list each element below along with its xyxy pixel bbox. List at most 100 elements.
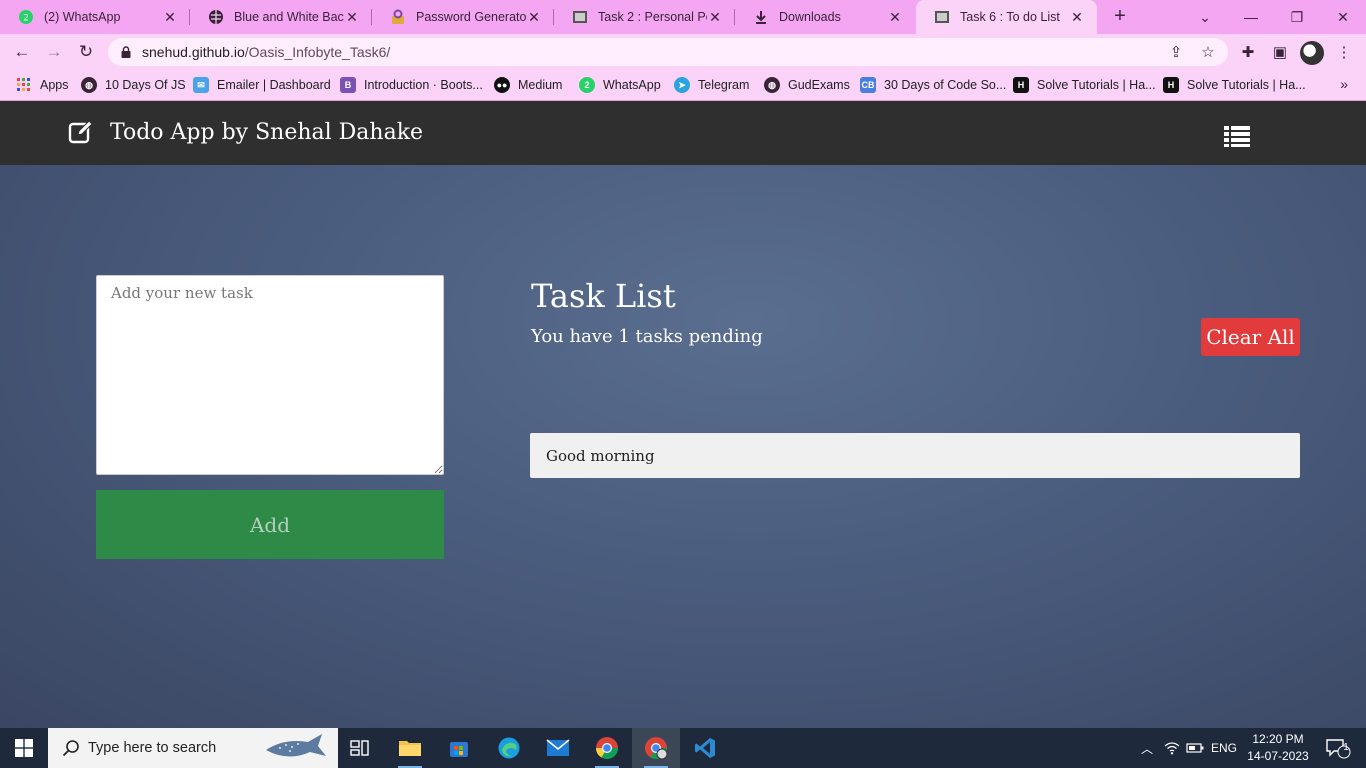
globe-icon: ◍ xyxy=(764,77,780,93)
tab-title: Blue and White Backg xyxy=(234,10,344,24)
extensions-puzzle-icon[interactable]: ✚ xyxy=(1236,40,1260,64)
mail-icon[interactable] xyxy=(534,728,582,768)
tab-title: Task 6 : To do List xyxy=(960,10,1060,24)
edit-note-icon xyxy=(68,120,93,144)
tab-todo-list[interactable]: Task 6 : To do List ✕ xyxy=(916,0,1097,34)
emailer-icon: ✉ xyxy=(193,77,209,93)
back-arrow-icon[interactable]: ← xyxy=(10,40,34,64)
url-host: snehud.github.io xyxy=(142,44,245,60)
todo-page: Todo App by Snehal Dahake Add Task List … xyxy=(0,101,1366,728)
windows-start-icon[interactable] xyxy=(0,728,48,768)
bookmark-label: Emailer | Dashboard xyxy=(217,78,331,92)
new-tab-button[interactable]: + xyxy=(1108,4,1132,28)
tab-password-generator[interactable]: Password Generator ✕ xyxy=(372,0,554,34)
bookmark-gudexams[interactable]: ◍ GudExams xyxy=(764,76,850,94)
svg-text:2: 2 xyxy=(23,14,29,24)
globe-icon xyxy=(208,9,224,25)
bookmark-emailer[interactable]: ✉ Emailer | Dashboard xyxy=(193,76,331,94)
vscode-icon[interactable] xyxy=(681,728,729,768)
search-placeholder: Type here to search xyxy=(88,740,217,756)
bookmark-solve-tutorials-1[interactable]: H Solve Tutorials | Ha... xyxy=(1013,76,1156,94)
windows-taskbar: Type here to search ︿ ENG 12:20 PM 14-07… xyxy=(0,728,1366,768)
clear-all-button[interactable]: Clear All xyxy=(1201,318,1300,356)
tab-search-chevron-icon[interactable]: ⌄ xyxy=(1182,0,1228,34)
tab-title: Downloads xyxy=(779,10,841,24)
clock-time: 12:20 PM xyxy=(1252,732,1304,746)
bookmark-whatsapp[interactable]: 2 WhatsApp xyxy=(579,76,661,94)
close-window-icon[interactable]: ✕ xyxy=(1320,0,1366,34)
app-brand[interactable]: Todo App by Snehal Dahake xyxy=(68,119,423,145)
new-task-input[interactable] xyxy=(96,275,444,475)
close-tab-icon[interactable]: ✕ xyxy=(707,9,723,26)
telegram-icon: ➤ xyxy=(674,77,690,93)
list-menu-icon[interactable] xyxy=(1224,125,1250,147)
close-tab-icon[interactable]: ✕ xyxy=(526,9,542,26)
add-task-button[interactable]: Add xyxy=(96,490,444,559)
side-panel-icon[interactable]: ▣ xyxy=(1268,40,1292,64)
bookmark-apps[interactable]: Apps xyxy=(16,76,69,94)
profile-avatar[interactable] xyxy=(1300,41,1324,65)
share-icon[interactable]: ⇪ xyxy=(1162,38,1190,66)
battery-icon[interactable] xyxy=(1184,728,1206,768)
chrome-icon[interactable] xyxy=(583,728,631,768)
image-icon xyxy=(572,9,588,25)
close-tab-icon[interactable]: ✕ xyxy=(344,9,360,26)
whatsapp-icon: 2 xyxy=(579,77,595,93)
hackerrank-icon: H xyxy=(1163,77,1179,93)
menu-kebab-icon[interactable]: ⋮ xyxy=(1332,40,1356,64)
tab-title: Password Generator xyxy=(416,10,526,24)
bookmarks-bar: Apps ◍ 10 Days Of JS ✉ Emailer | Dashboa… xyxy=(0,70,1366,101)
tab-title: (2) WhatsApp xyxy=(44,10,121,24)
bookmark-telegram[interactable]: ➤ Telegram xyxy=(674,76,749,94)
notification-count: 1 xyxy=(1343,742,1349,753)
bookmark-label: Medium xyxy=(518,78,563,92)
tab-whatsapp[interactable]: 2 (2) WhatsApp ✕ xyxy=(0,0,190,34)
hackerrank-icon: H xyxy=(1013,77,1029,93)
language-indicator[interactable]: ENG xyxy=(1208,728,1240,768)
bookmarks-overflow-button[interactable]: » xyxy=(1340,76,1348,92)
task-list-heading: Task List xyxy=(531,277,676,315)
bookmark-medium[interactable]: ●● Medium xyxy=(494,76,562,94)
search-icon xyxy=(62,740,79,757)
edge-browser-icon[interactable] xyxy=(485,728,533,768)
medium-icon: ●● xyxy=(494,77,510,93)
task-view-icon[interactable] xyxy=(336,728,384,768)
task-list-item[interactable]: Good morning xyxy=(530,433,1300,478)
tab-title: Task 2 : Personal Portf xyxy=(598,10,707,24)
bootstrap-icon: B xyxy=(340,77,356,93)
restore-icon[interactable]: ❐ xyxy=(1274,0,1320,34)
microsoft-store-icon[interactable] xyxy=(435,728,483,768)
forward-arrow-icon[interactable]: → xyxy=(42,40,66,64)
show-hidden-icons-chevron-icon[interactable]: ︿ xyxy=(1136,728,1158,768)
bookmark-label: Solve Tutorials | Ha... xyxy=(1187,78,1306,92)
reload-icon[interactable]: ↻ xyxy=(74,40,98,64)
bookmark-bootstrap[interactable]: B Introduction · Boots... xyxy=(340,76,483,94)
taskbar-search-box[interactable]: Type here to search xyxy=(48,728,338,768)
browser-tab-strip: 2 (2) WhatsApp ✕ Blue and White Backg ✕ … xyxy=(0,0,1366,34)
lock-person-icon xyxy=(390,9,406,25)
close-tab-icon[interactable]: ✕ xyxy=(162,9,178,26)
taskbar-clock[interactable]: 12:20 PM 14-07-2023 xyxy=(1240,731,1316,765)
browser-toolbar: ← → ↻ snehud.github.io/Oasis_Infobyte_Ta… xyxy=(0,34,1366,70)
bookmark-10-days-of-js[interactable]: ◍ 10 Days Of JS xyxy=(81,76,186,94)
app-title: Todo App by Snehal Dahake xyxy=(110,119,424,145)
file-explorer-icon[interactable] xyxy=(386,728,434,768)
bookmark-30-days-of-code[interactable]: CB 30 Days of Code So... xyxy=(860,76,1006,94)
pending-count-text: You have 1 tasks pending xyxy=(531,326,763,347)
download-icon xyxy=(753,9,769,25)
chrome-profile-icon[interactable] xyxy=(632,728,680,768)
close-tab-icon[interactable]: ✕ xyxy=(887,9,903,26)
address-bar[interactable]: snehud.github.io/Oasis_Infobyte_Task6/ ⇪… xyxy=(108,38,1228,66)
tab-downloads[interactable]: Downloads ✕ xyxy=(735,0,915,34)
tab-personal-portfolio[interactable]: Task 2 : Personal Portf ✕ xyxy=(554,0,735,34)
notification-center-icon[interactable]: 1 xyxy=(1318,728,1358,768)
bookmark-solve-tutorials-2[interactable]: H Solve Tutorials | Ha... xyxy=(1163,76,1306,94)
minimize-icon[interactable]: — xyxy=(1228,0,1274,34)
bookmark-label: WhatsApp xyxy=(603,78,661,92)
bookmark-label: Telegram xyxy=(698,78,750,92)
wifi-icon[interactable] xyxy=(1160,728,1184,768)
tab-blue-white-background[interactable]: Blue and White Backg ✕ xyxy=(190,0,372,34)
close-tab-icon[interactable]: ✕ xyxy=(1069,9,1085,26)
bookmark-star-icon[interactable]: ☆ xyxy=(1194,38,1222,66)
bookmark-label: 10 Days Of JS xyxy=(105,78,186,92)
